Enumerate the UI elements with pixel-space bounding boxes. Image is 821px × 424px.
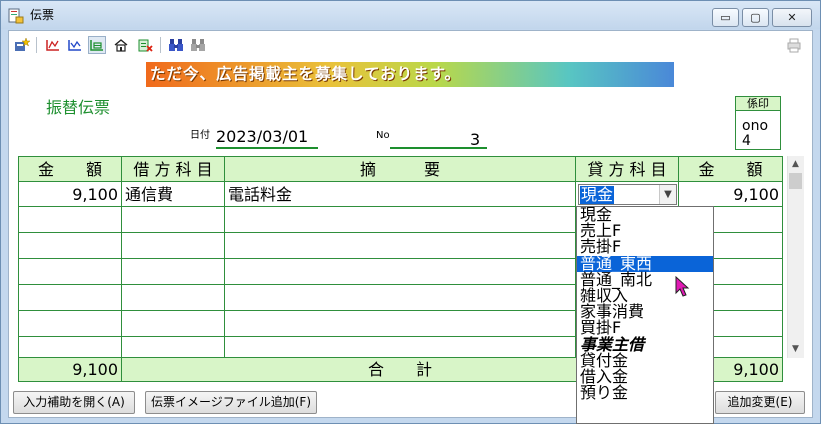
header-debit-amount: 金 額 — [19, 157, 121, 182]
add-change-button[interactable]: 追加変更(E) — [715, 391, 805, 414]
app-icon — [8, 8, 24, 24]
house-icon[interactable] — [112, 36, 130, 54]
scroll-up-icon[interactable]: ▲ — [787, 156, 804, 172]
maximize-button[interactable]: ▢ — [742, 8, 769, 27]
search-binoculars-grey-icon[interactable] — [189, 36, 207, 54]
credit-account-selected[interactable]: 現金 — [580, 186, 615, 204]
ledger-green-icon[interactable] — [88, 36, 106, 54]
add-slip-image-file-button[interactable]: 伝票イメージファイル追加(F) — [145, 391, 317, 414]
open-input-assist-button[interactable]: 入力補助を開く(A) — [13, 391, 135, 414]
minimize-button[interactable]: ▭ — [712, 8, 739, 27]
toolbar-separator — [36, 37, 37, 53]
dropdown-option[interactable]: 預り金 — [577, 385, 713, 401]
title-bar[interactable] — [1, 1, 820, 29]
minimize-icon: ▭ — [720, 11, 731, 24]
search-binoculars-icon[interactable] — [167, 36, 185, 54]
mouse-cursor-icon — [675, 276, 690, 297]
description-cell[interactable]: 電話料金 — [228, 183, 568, 207]
column-divider — [121, 157, 122, 381]
ad-banner-text: ただ今、広告掲載主を募集しております。 — [150, 65, 462, 83]
debit-red-icon[interactable] — [44, 36, 62, 54]
stamp-number: 4 — [742, 133, 751, 149]
slip-type-title: 振替伝票 — [46, 98, 111, 117]
header-description: 摘 要 — [225, 157, 575, 182]
header-debit-account: 借 方 科 目 — [122, 157, 224, 182]
debit-amount-cell[interactable]: 9,100 — [20, 183, 118, 207]
new-slip-icon[interactable] — [13, 36, 31, 54]
slip-number-label: No — [376, 130, 390, 141]
close-icon: ✕ — [787, 11, 797, 24]
chevron-down-icon[interactable]: ▼ — [659, 185, 676, 204]
header-credit-amount: 金 額 — [679, 157, 782, 182]
scrollbar-thumb[interactable] — [789, 173, 802, 189]
date-label: 日付 — [190, 130, 210, 141]
date-field[interactable]: 2023/03/01 — [216, 128, 318, 149]
column-divider — [224, 157, 225, 357]
slip-number-field[interactable]: 3 — [470, 131, 480, 149]
debit-total: 9,100 — [72, 360, 118, 379]
debit-account-cell[interactable]: 通信費 — [125, 183, 221, 207]
maximize-icon: ▢ — [750, 11, 761, 24]
credit-blue-icon[interactable] — [66, 36, 84, 54]
close-button[interactable]: ✕ — [772, 8, 812, 27]
header-credit-account: 貸 方 科 目 — [576, 157, 678, 182]
printer-disabled-icon — [785, 36, 803, 54]
delete-slip-icon[interactable] — [136, 36, 154, 54]
credit-amount-cell[interactable]: 9,100 — [681, 183, 779, 207]
total-label: 合 計 — [367, 360, 432, 379]
stamp-header: 係印 — [736, 97, 780, 111]
scroll-down-icon[interactable]: ▼ — [787, 341, 804, 357]
window-title: 伝票 — [30, 8, 55, 22]
stamp-name: ono — [742, 118, 769, 134]
toolbar-separator — [160, 37, 161, 53]
